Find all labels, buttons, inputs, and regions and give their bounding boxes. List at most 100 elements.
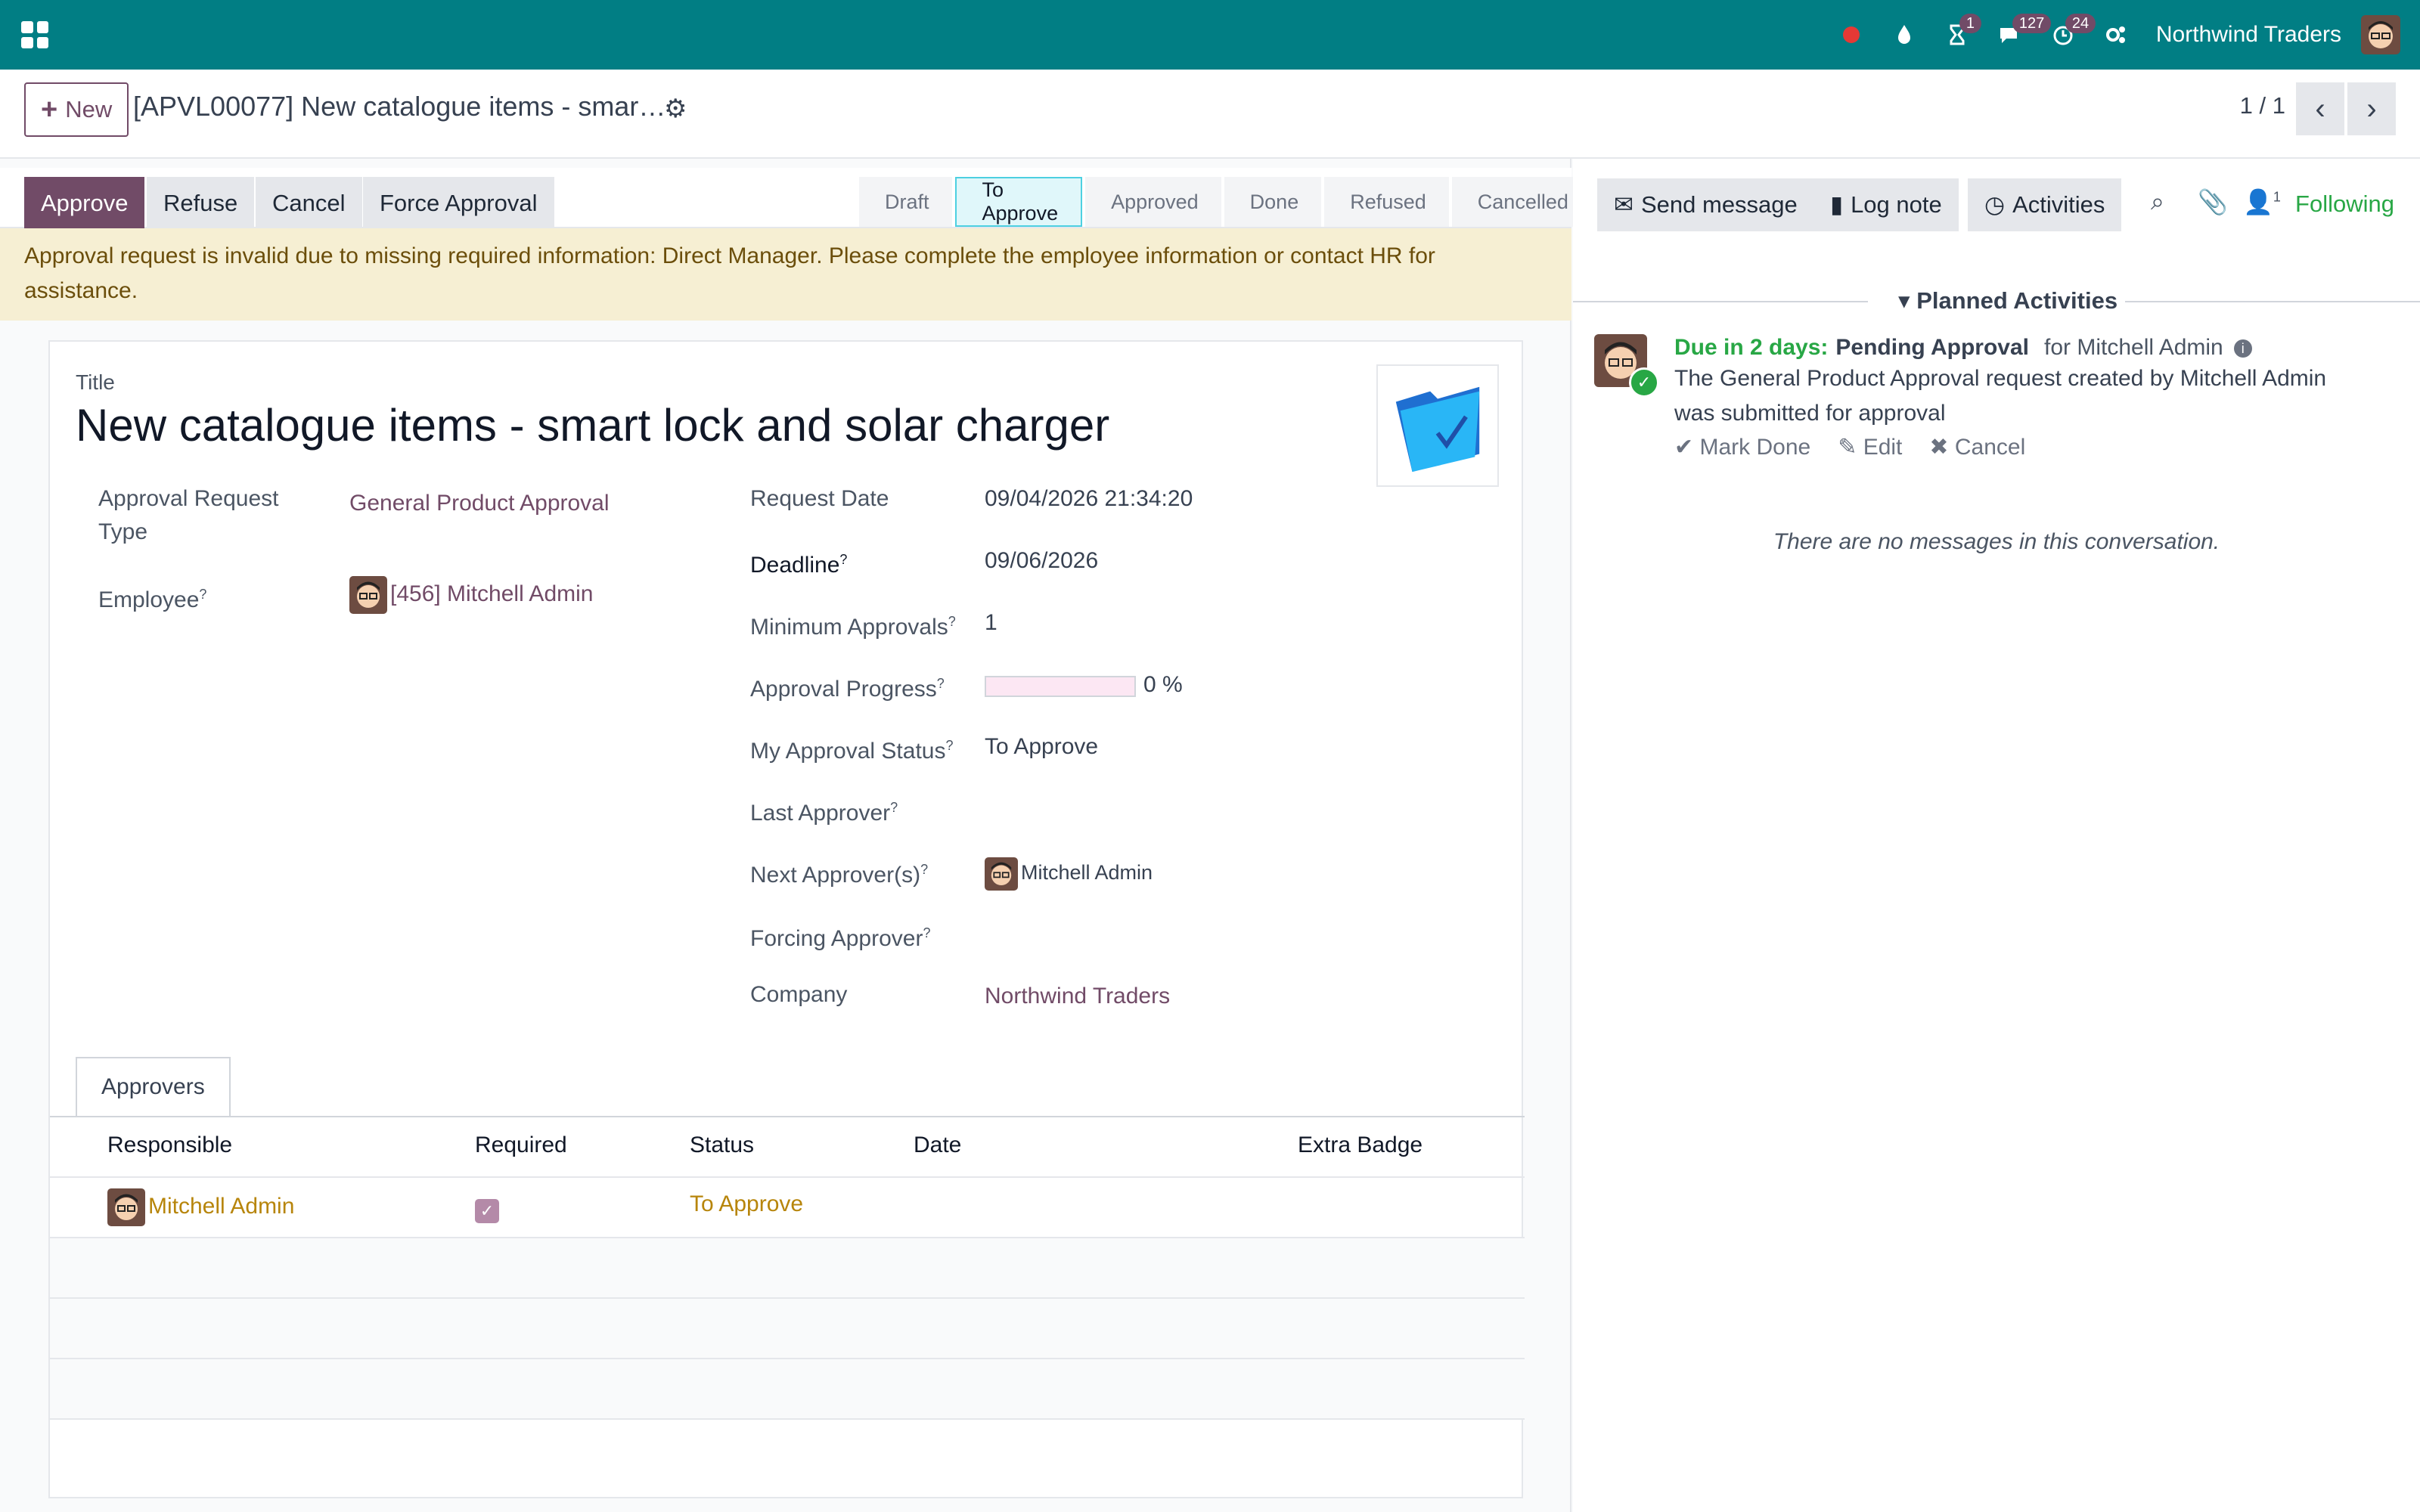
request-date-label: Request Date xyxy=(750,486,889,511)
gear-icon[interactable]: ⚙ xyxy=(664,94,687,124)
approval-type-field[interactable]: General Product Approval xyxy=(349,487,610,520)
pager-previous-button[interactable]: ‹ xyxy=(2296,82,2344,135)
pager-value[interactable]: 1 / 1 xyxy=(2240,92,2285,119)
deadline-field[interactable]: 09/06/2026 xyxy=(985,544,1098,578)
activity-check-icon: ✓ xyxy=(1629,367,1659,398)
activity-description: The General Product Approval request cre… xyxy=(1674,366,2327,426)
min-approvals-field: 1 xyxy=(985,610,997,635)
column-date[interactable]: Date xyxy=(914,1132,961,1158)
info-icon[interactable]: i xyxy=(2233,339,2252,358)
row-status: To Approve xyxy=(690,1191,804,1216)
title-field[interactable]: New catalogue items - smart lock and sol… xyxy=(76,399,1109,451)
company-label: Company xyxy=(750,982,848,1007)
divider-right xyxy=(2125,301,2420,302)
new-button[interactable]: + New xyxy=(24,82,129,137)
settings-gears-icon[interactable] xyxy=(2090,0,2142,70)
approval-progress-value: 0 % xyxy=(1143,672,1183,697)
stage-cancelled[interactable]: Cancelled xyxy=(1451,177,1591,227)
column-responsible[interactable]: Responsible xyxy=(107,1132,232,1158)
refuse-button[interactable]: Refuse xyxy=(147,177,255,230)
folder-icon xyxy=(1395,386,1480,472)
company-field[interactable]: Northwind Traders xyxy=(985,980,1170,1013)
next-approvers-label: Next Approver(s)? xyxy=(750,862,929,888)
user-avatar[interactable] xyxy=(2361,15,2400,54)
required-checkbox[interactable]: ✓ xyxy=(475,1199,499,1223)
send-message-button[interactable]: ✉ Send message xyxy=(1597,178,1814,231)
cancel-button[interactable]: Cancel xyxy=(256,177,362,230)
control-panel: + New [APVL00077] New catalogue items - s… xyxy=(0,70,2420,159)
activity-assignee: for Mitchell Admin xyxy=(2043,335,2223,360)
my-approval-status-label: My Approval Status? xyxy=(750,738,954,764)
forcing-approver-label: Forcing Approver? xyxy=(750,925,931,951)
stage-to-approve[interactable]: To Approve xyxy=(954,177,1083,227)
empty-row xyxy=(50,1238,1525,1299)
warning-alert: Approval request is invalid due to missi… xyxy=(0,228,1571,321)
employee-label: Employee? xyxy=(98,587,207,612)
column-required[interactable]: Required xyxy=(475,1132,567,1158)
search-icon[interactable]: ⌕ xyxy=(2151,187,2164,216)
approval-progress-bar xyxy=(985,676,1136,697)
next-approver-field[interactable]: Mitchell Admin xyxy=(985,856,1153,891)
tab-approvers[interactable]: Approvers xyxy=(76,1057,231,1117)
approvers-table-header: Responsible Required Status Date Extra B… xyxy=(50,1117,1525,1178)
hourglass-icon[interactable]: 1 xyxy=(1931,0,1984,70)
cancel-activity-button[interactable]: ✖ Cancel xyxy=(1929,434,2025,460)
title-label: Title xyxy=(76,370,115,394)
stage-done[interactable]: Done xyxy=(1224,177,1322,227)
request-date-field[interactable]: 09/04/2026 21:34:20 xyxy=(985,482,1193,516)
app-menu-icon[interactable] xyxy=(21,21,48,48)
next-approver-avatar xyxy=(985,857,1018,891)
empty-row xyxy=(50,1299,1525,1359)
last-approver-label: Last Approver? xyxy=(750,800,898,826)
activities-button[interactable]: ◷ Activities xyxy=(1968,178,2122,231)
employee-field[interactable]: [456] Mitchell Admin xyxy=(349,576,593,614)
activity-due: Due in 2 days: xyxy=(1674,335,1829,360)
planned-activities-toggle[interactable]: ▾ Planned Activities xyxy=(1898,287,2118,314)
clock-icon: ◷ xyxy=(1984,191,2006,218)
activity-type: Pending Approval xyxy=(1835,335,2029,360)
paperclip-icon[interactable]: 📎 xyxy=(2198,187,2228,216)
deadline-label: Deadline? xyxy=(750,552,848,578)
top-navbar: 1 127 24 Northwind Traders xyxy=(0,0,2420,70)
row-responsible[interactable]: Mitchell Admin xyxy=(107,1188,294,1226)
record-icon[interactable] xyxy=(1825,0,1878,70)
responsible-avatar xyxy=(107,1188,145,1226)
stage-refused[interactable]: Refused xyxy=(1324,177,1449,227)
chatter-panel: ✉ Send message ▮ Log note ◷ Activities ⌕ 📎 … xyxy=(1573,159,2420,1512)
empty-conversation-text: There are no messages in this conversati… xyxy=(1773,529,2220,554)
table-row[interactable]: Mitchell Admin ✓ To Approve xyxy=(50,1178,1525,1238)
stage-draft[interactable]: Draft xyxy=(859,177,952,227)
form-statusbar: Approve Refuse Cancel Force Approval Dra… xyxy=(0,168,1591,230)
approval-progress-label: Approval Progress? xyxy=(750,676,945,702)
activity-header: Due in 2 days: Pending Approval for Mitche… xyxy=(1674,331,2252,364)
note-icon: ▮ xyxy=(1830,191,1844,218)
approve-button[interactable]: Approve xyxy=(24,177,145,230)
pencil-icon: ✎ xyxy=(1838,435,1857,460)
form-sheet: Title New catalogue items - smart lock a… xyxy=(48,340,1525,1498)
activity-actions: ✔ Mark Done ✎ Edit ✖ Cancel xyxy=(1674,434,2025,460)
navbar-systray: 1 127 24 Northwind Traders xyxy=(1825,0,2400,70)
followers-icon[interactable]: 👤1 xyxy=(2243,187,2281,216)
status-stages: Draft To Approve Approved Done Refused C… xyxy=(859,177,1594,227)
force-approval-button[interactable]: Force Approval xyxy=(363,177,554,230)
my-approval-status-field: To Approve xyxy=(985,734,1099,759)
pager-next-button[interactable]: › xyxy=(2347,82,2396,135)
column-status[interactable]: Status xyxy=(690,1132,754,1158)
min-approvals-label: Minimum Approvals? xyxy=(750,614,956,640)
stage-approved[interactable]: Approved xyxy=(1085,177,1221,227)
divider-left xyxy=(1573,301,1868,302)
drop-icon[interactable] xyxy=(1878,0,1931,70)
following-button[interactable]: Following xyxy=(2295,191,2394,218)
form-view: Approve Refuse Cancel Force Approval Dra… xyxy=(0,159,1591,1512)
company-switcher[interactable]: Northwind Traders xyxy=(2156,22,2341,48)
employee-avatar xyxy=(349,576,387,614)
approval-type-label: Approval Request Type xyxy=(98,486,279,544)
breadcrumb-record-title: [APVL00077] New catalogue items - smar… xyxy=(133,91,666,122)
log-note-button[interactable]: ▮ Log note xyxy=(1813,178,1959,231)
folder-image[interactable] xyxy=(1376,364,1499,487)
column-extra-badge[interactable]: Extra Badge xyxy=(1298,1132,1423,1158)
timer-icon[interactable]: 24 xyxy=(2037,0,2096,70)
messages-icon[interactable]: 127 xyxy=(1984,0,2052,70)
edit-activity-button[interactable]: ✎ Edit xyxy=(1838,434,1902,460)
mark-done-button[interactable]: ✔ Mark Done xyxy=(1674,434,1810,460)
